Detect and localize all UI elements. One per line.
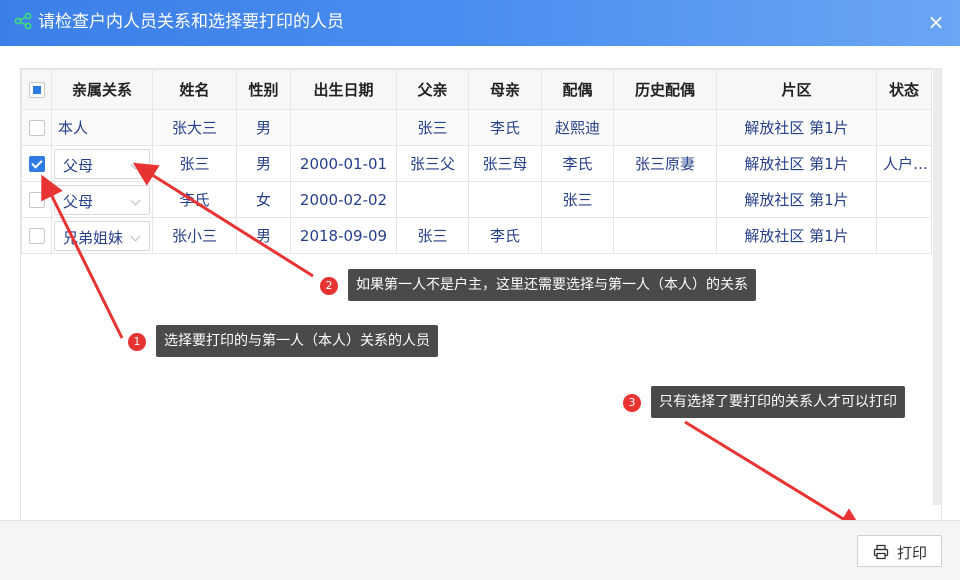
table-header-row: 亲属关系 姓名 性别 出生日期 父亲 母亲 配偶 历史配偶 片区 状态 bbox=[21, 69, 932, 110]
mother-cell: 李氏 bbox=[468, 109, 542, 146]
select-all-cell[interactable] bbox=[21, 69, 52, 110]
status-cell bbox=[876, 217, 932, 254]
annotation-badge: 3 bbox=[623, 394, 641, 412]
area-cell: 解放社区 第1片 bbox=[716, 217, 877, 254]
col-header: 出生日期 bbox=[290, 69, 397, 110]
select-all-checkbox[interactable] bbox=[28, 82, 45, 98]
close-icon[interactable]: × bbox=[924, 10, 948, 34]
table-row[interactable]: 本人 张大三 男 张三 李氏 赵熙迪 解放社区 第1片 bbox=[21, 109, 932, 146]
chevron-down-icon bbox=[130, 159, 141, 169]
birth-cell: 2000-02-02 bbox=[290, 181, 397, 218]
col-header: 姓名 bbox=[152, 69, 237, 110]
col-header: 亲属关系 bbox=[51, 69, 153, 110]
mother-cell: 李氏 bbox=[468, 217, 542, 254]
history-spouse-cell bbox=[613, 181, 717, 218]
history-spouse-cell bbox=[613, 217, 717, 254]
relation-select[interactable]: 父母 bbox=[54, 148, 150, 179]
name-cell: 李氏 bbox=[152, 181, 237, 218]
gender-cell: 男 bbox=[236, 109, 291, 146]
col-header: 配偶 bbox=[541, 69, 614, 110]
gender-cell: 女 bbox=[236, 181, 291, 218]
spouse-cell: 赵熙迪 bbox=[541, 109, 614, 146]
birth-cell bbox=[290, 109, 397, 146]
father-cell: 张三父 bbox=[396, 145, 469, 182]
chevron-down-icon bbox=[130, 231, 141, 241]
area-cell: 解放社区 第1片 bbox=[716, 145, 877, 182]
col-header: 历史配偶 bbox=[613, 69, 717, 110]
father-cell: 张三 bbox=[396, 109, 469, 146]
name-cell: 张三 bbox=[152, 145, 237, 182]
birth-cell: 2018-09-09 bbox=[290, 217, 397, 254]
history-spouse-cell: 张三原妻 bbox=[613, 145, 717, 182]
spouse-cell bbox=[541, 217, 614, 254]
table-row[interactable]: 兄弟姐妹 张小三 男 2018-09-09 张三 李氏 解放社区 第1片 bbox=[21, 217, 932, 254]
relation-cell: 兄弟姐妹 bbox=[51, 217, 153, 254]
annotation-tip: 选择要打印的与第一人（本人）关系的人员 bbox=[156, 325, 438, 357]
father-cell bbox=[396, 181, 469, 218]
row-checkbox[interactable] bbox=[28, 156, 45, 172]
annotation-tip: 如果第一人不是户主，这里还需要选择与第一人（本人）的关系 bbox=[348, 269, 756, 301]
dialog-title: 请检查户内人员关系和选择要打印的人员 bbox=[38, 12, 344, 32]
father-cell: 张三 bbox=[396, 217, 469, 254]
mother-cell bbox=[468, 181, 542, 218]
relation-select[interactable]: 兄弟姐妹 bbox=[54, 220, 150, 251]
print-button[interactable]: 打印 bbox=[857, 535, 942, 567]
col-header: 父亲 bbox=[396, 69, 469, 110]
mother-cell: 张三母 bbox=[468, 145, 542, 182]
history-spouse-cell bbox=[613, 109, 717, 146]
spouse-cell: 李氏 bbox=[541, 145, 614, 182]
row-checkbox[interactable] bbox=[28, 120, 45, 136]
name-cell: 张大三 bbox=[152, 109, 237, 146]
birth-cell: 2000-01-01 bbox=[290, 145, 397, 182]
share-icon bbox=[14, 12, 32, 30]
status-cell bbox=[876, 109, 932, 146]
vertical-scrollbar[interactable] bbox=[933, 69, 941, 505]
col-header: 性别 bbox=[236, 69, 291, 110]
col-header: 片区 bbox=[716, 69, 877, 110]
gender-cell: 男 bbox=[236, 217, 291, 254]
col-header: 母亲 bbox=[468, 69, 542, 110]
dialog-footer: 打印 bbox=[0, 520, 960, 580]
status-cell bbox=[876, 181, 932, 218]
annotation-tip: 只有选择了要打印的关系人才可以打印 bbox=[651, 386, 905, 418]
name-cell: 张小三 bbox=[152, 217, 237, 254]
chevron-down-icon bbox=[130, 195, 141, 205]
print-button-label: 打印 bbox=[897, 544, 928, 562]
gender-cell: 男 bbox=[236, 145, 291, 182]
area-cell: 解放社区 第1片 bbox=[716, 181, 877, 218]
relation-cell: 本人 bbox=[51, 109, 153, 146]
col-header: 状态 bbox=[876, 69, 932, 110]
annotation-badge: 1 bbox=[128, 333, 146, 351]
table-row[interactable]: 父母 张三 男 2000-01-01 张三父 张三母 李氏 张三原妻 解放社区 … bbox=[21, 145, 932, 182]
status-cell: 人户… bbox=[876, 145, 932, 182]
printer-icon bbox=[873, 544, 889, 560]
title-bar: 请检查户内人员关系和选择要打印的人员 × bbox=[0, 0, 960, 46]
row-checkbox[interactable] bbox=[28, 228, 45, 244]
spouse-cell: 张三 bbox=[541, 181, 614, 218]
persons-table: 亲属关系 姓名 性别 出生日期 父亲 母亲 配偶 历史配偶 片区 状态 本人 张… bbox=[21, 69, 932, 254]
area-cell: 解放社区 第1片 bbox=[716, 109, 877, 146]
relation-select[interactable]: 父母 bbox=[54, 184, 150, 215]
annotation-badge: 2 bbox=[320, 277, 338, 295]
row-checkbox[interactable] bbox=[28, 192, 45, 208]
table-row[interactable]: 父母 李氏 女 2000-02-02 张三 解放社区 第1片 bbox=[21, 181, 932, 218]
relation-cell: 父母 bbox=[51, 145, 153, 182]
relation-cell: 父母 bbox=[51, 181, 153, 218]
